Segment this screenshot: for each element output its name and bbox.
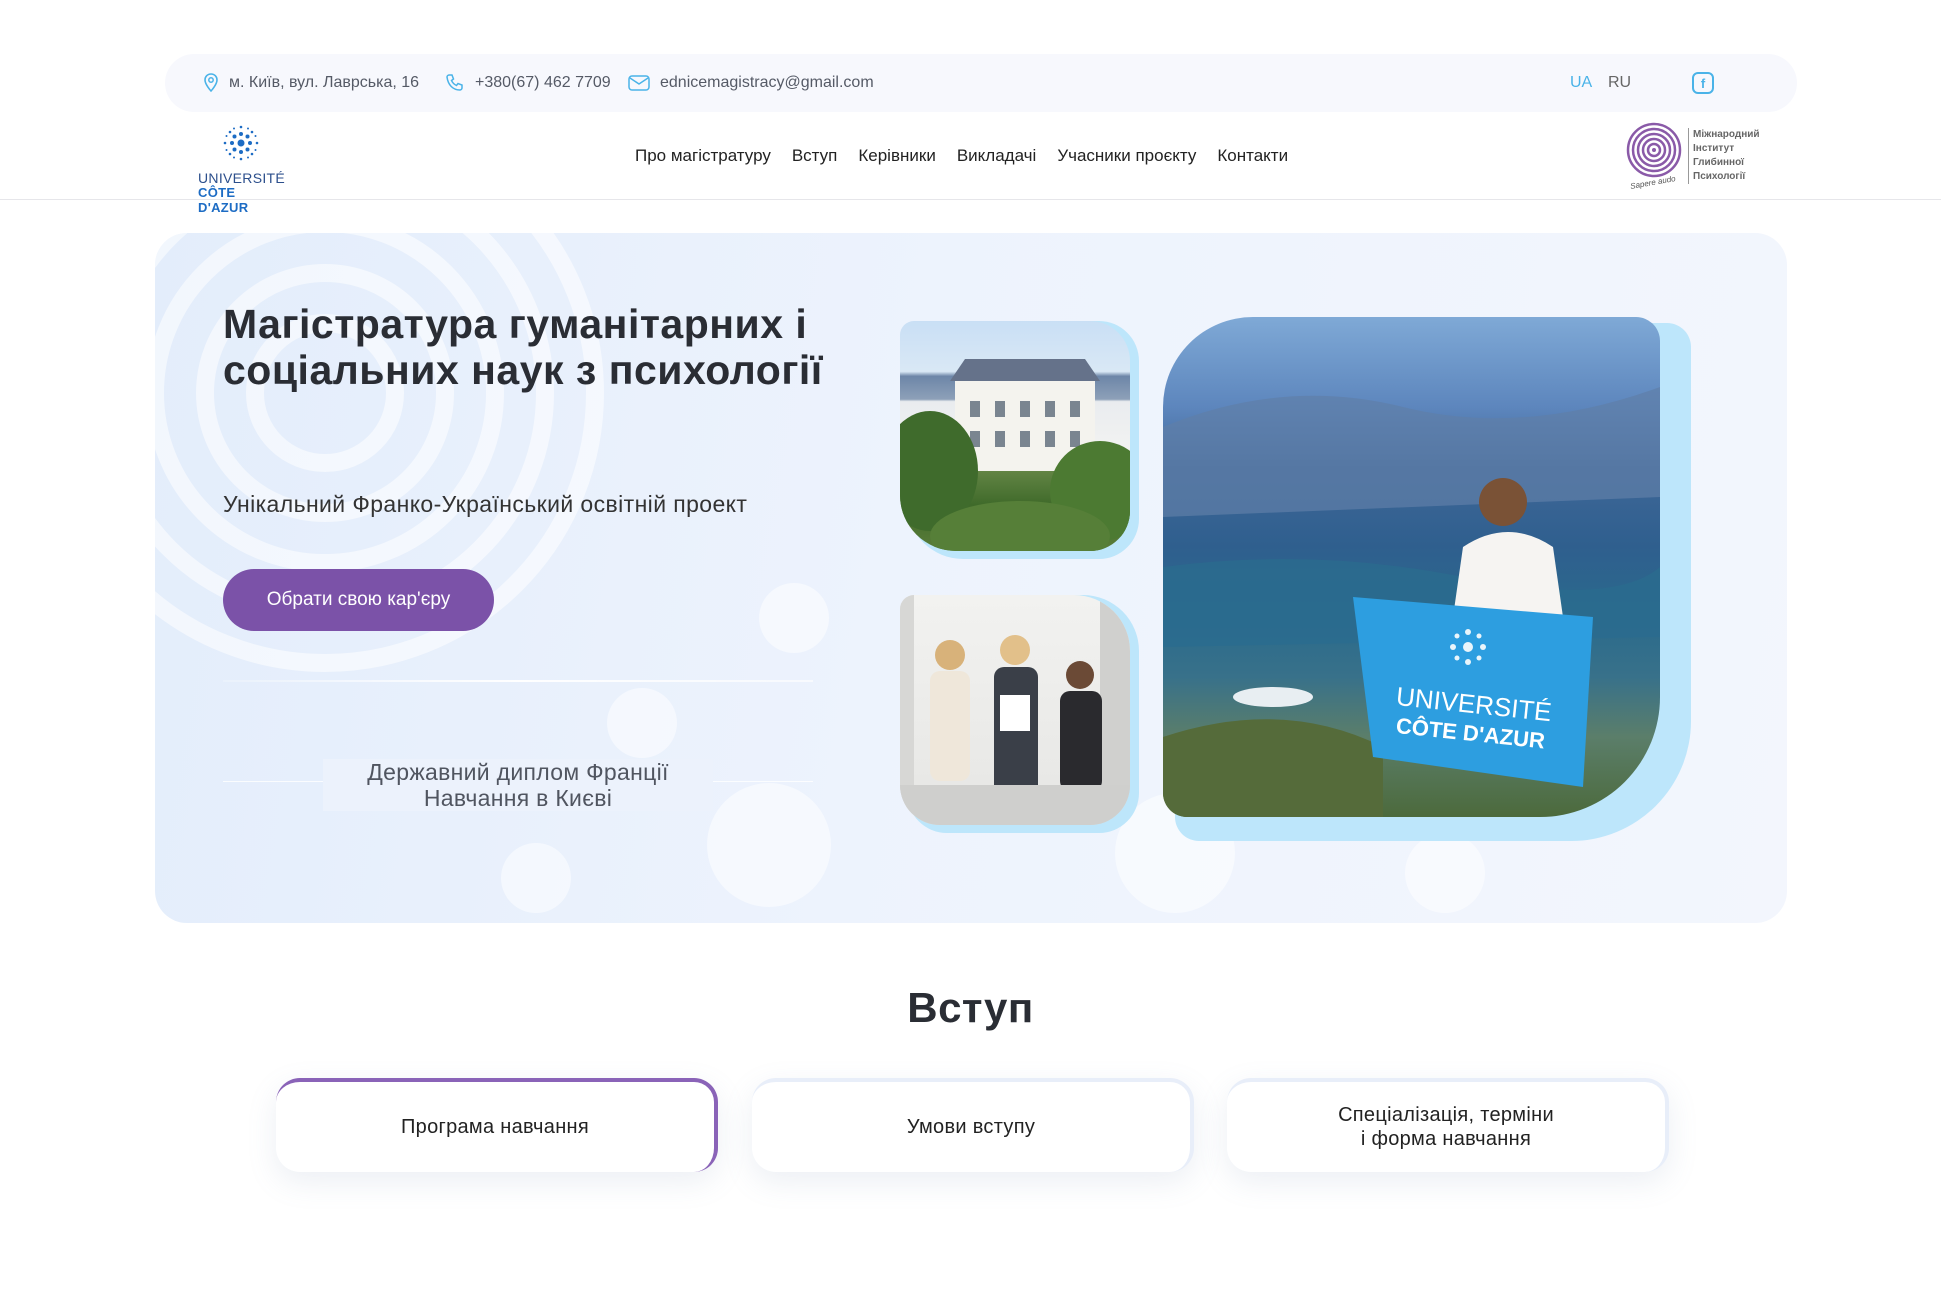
- hero-title: Магістратура гуманітарних і соціальних н…: [223, 301, 823, 393]
- university-building-photo: [900, 321, 1130, 551]
- spiral-icon: [1626, 122, 1682, 178]
- email-item[interactable]: ednicemagistracy@gmail.com: [628, 54, 874, 112]
- hero-banner: Магістратура гуманітарних і соціальних н…: [155, 233, 1787, 923]
- dots-burst-icon: [223, 125, 259, 161]
- tab-label: Умови вступу: [906, 1116, 1036, 1138]
- lang-ru-link[interactable]: RU: [1608, 54, 1631, 112]
- contact-bar: м. Київ, вул. Лаврська, 16 +380(67) 462 …: [165, 54, 1797, 112]
- location-pin-icon: [204, 73, 218, 93]
- email-text: ednicemagistracy@gmail.com: [660, 74, 874, 91]
- institute-line-3: Глибинної: [1693, 157, 1744, 168]
- logo-line-1: UNIVERSITÉ: [198, 170, 286, 186]
- institute-line-1: Міжнародний: [1693, 129, 1760, 140]
- main-menu: Про магістратуру Вступ Керівники Виклада…: [635, 112, 1288, 200]
- decor-bubble: [607, 688, 677, 758]
- institute-logo[interactable]: Міжнародний Інститут Глибинної Психологі…: [1626, 122, 1766, 192]
- tab-label: Програма навчання: [400, 1116, 590, 1138]
- address-item[interactable]: м. Київ, вул. Лаврська, 16: [203, 54, 419, 112]
- graduation-ceremony-photo: [900, 595, 1130, 825]
- phone-icon: [446, 74, 463, 91]
- institute-line-4: Психології: [1693, 171, 1746, 182]
- main-header: UNIVERSITÉ CÔTE D'AZUR Про магістратуру …: [0, 112, 1941, 215]
- building-illustration: [900, 359, 1130, 551]
- mail-icon: [628, 75, 650, 91]
- choose-career-button[interactable]: Обрати свою кар'єру: [223, 569, 494, 631]
- decor-bubble: [1405, 833, 1485, 913]
- menu-item-leaders[interactable]: Керівники: [858, 146, 935, 166]
- tab-label: Спеціалізація, терміни і форма навчання: [1338, 1104, 1554, 1150]
- universite-cote-dazur-logo[interactable]: UNIVERSITÉ CÔTE D'AZUR: [198, 124, 286, 215]
- phone-item[interactable]: +380(67) 462 7709: [445, 54, 611, 112]
- diploma-note: Державний диплом Франції Навчання в Києв…: [323, 759, 713, 811]
- logo-line-2: CÔTE D'AZUR: [198, 185, 249, 215]
- phone-text: +380(67) 462 7709: [475, 74, 611, 91]
- menu-item-participants[interactable]: Учасники проєкту: [1057, 146, 1196, 166]
- tab-study-program[interactable]: Програма навчання: [276, 1078, 718, 1172]
- hero-subtitle: Унікальний Франко-Український освітній п…: [223, 491, 748, 517]
- diploma-line-2: Навчання в Києві: [423, 785, 613, 811]
- institute-name: Міжнародний Інститут Глибинної Психологі…: [1688, 128, 1760, 184]
- address-text: м. Київ, вул. Лаврська, 16: [229, 74, 420, 91]
- tab-specialization-terms[interactable]: Спеціалізація, терміни і форма навчання: [1227, 1078, 1669, 1172]
- menu-item-teachers[interactable]: Викладачі: [957, 146, 1036, 166]
- menu-item-about[interactable]: Про магістратуру: [635, 146, 771, 166]
- decor-bubble: [501, 843, 571, 913]
- menu-item-admission[interactable]: Вступ: [792, 146, 838, 166]
- decor-bubble: [707, 783, 831, 907]
- diploma-line-1: Державний диплом Франції: [367, 759, 669, 785]
- facebook-icon[interactable]: f: [1692, 72, 1714, 94]
- section-title-admission: Вступ: [907, 984, 1034, 1031]
- decor-bubble: [759, 583, 829, 653]
- menu-item-contacts[interactable]: Контакти: [1217, 146, 1288, 166]
- people-illustration: [900, 595, 1130, 825]
- lang-ua-link[interactable]: UA: [1570, 54, 1592, 112]
- institute-line-2: Інститут: [1693, 143, 1735, 154]
- student-with-flag-photo: UNIVERSITÉ CÔTE D'AZUR: [1163, 317, 1660, 817]
- page: м. Київ, вул. Лаврська, 16 +380(67) 462 …: [0, 0, 1941, 1296]
- hero-divider: [223, 680, 813, 682]
- tab-admission-conditions[interactable]: Умови вступу: [752, 1078, 1194, 1172]
- flag-scene-illustration: UNIVERSITÉ CÔTE D'AZUR: [1163, 387, 1660, 817]
